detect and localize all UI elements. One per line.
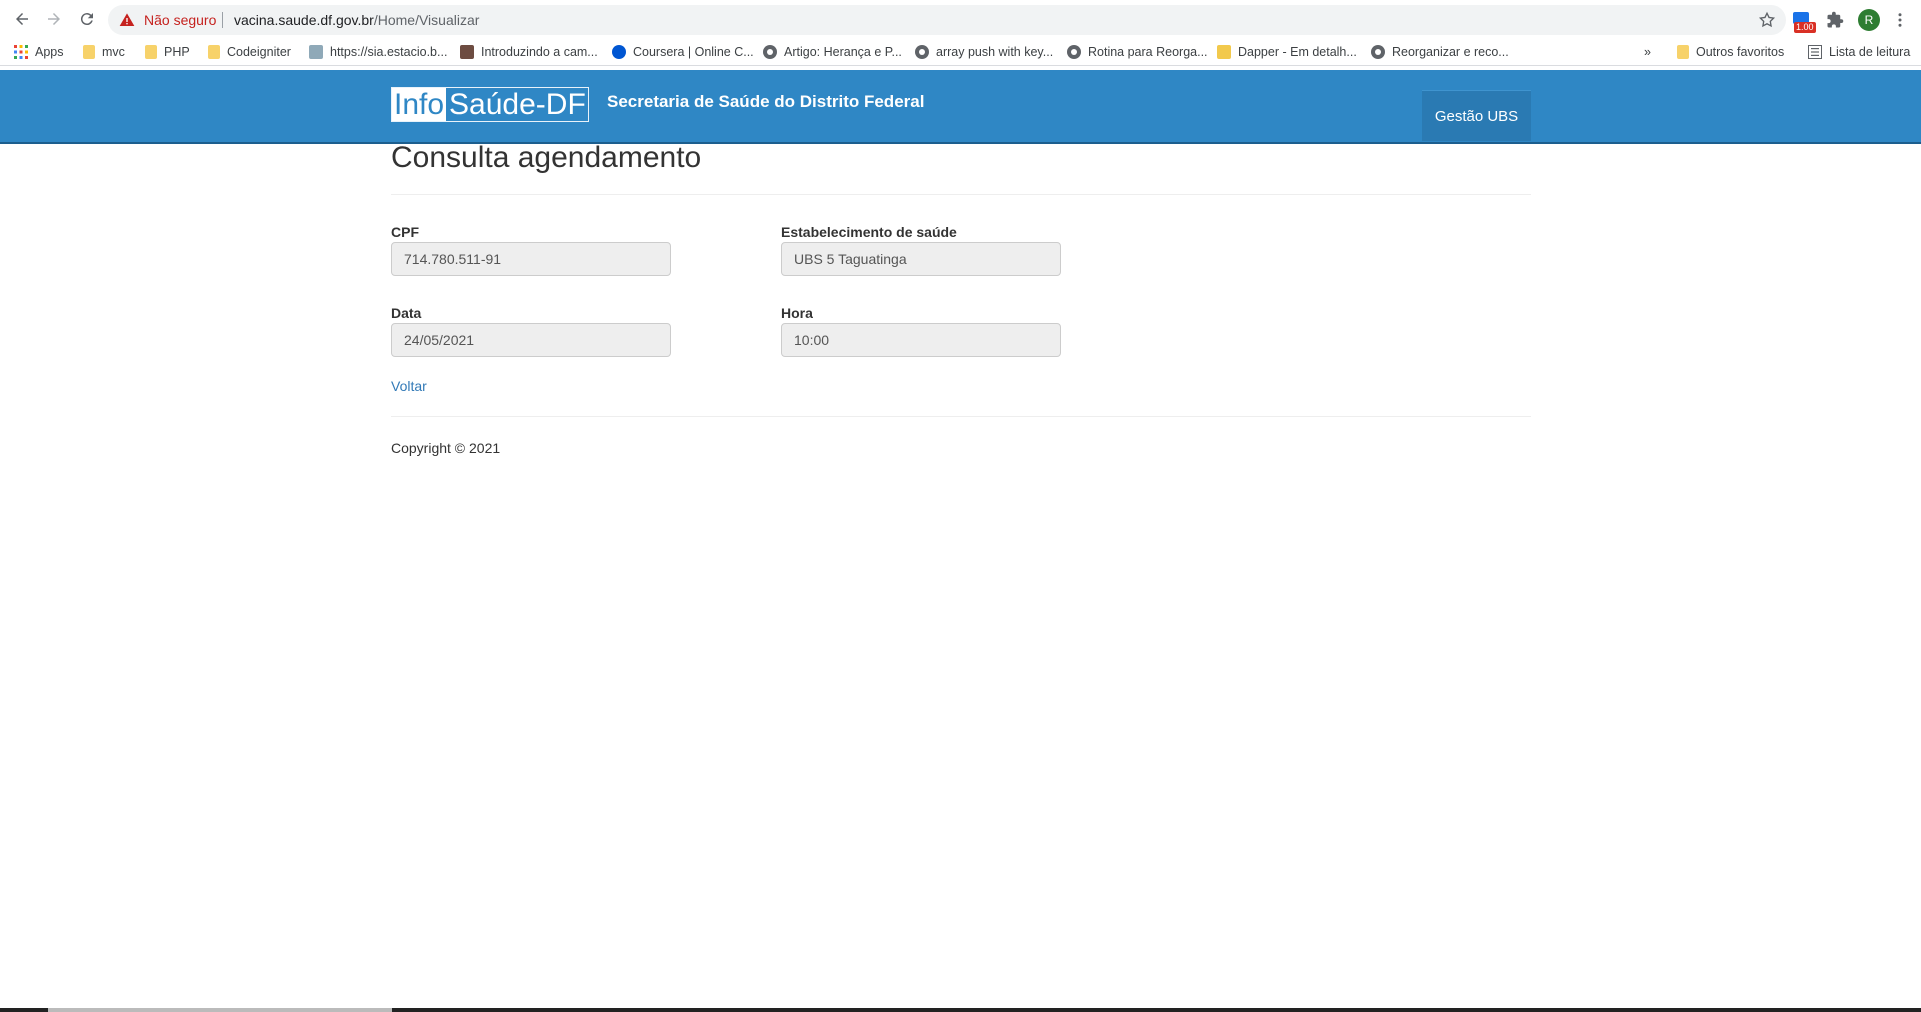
bookmark-label: Codeigniter xyxy=(227,45,291,59)
arrow-right-icon xyxy=(48,13,60,25)
bookmark-label: Artigo: Herança e P... xyxy=(784,45,902,59)
site-navbar: Info Saúde-DF Secretaria de Saúde do Dis… xyxy=(0,70,1921,144)
bookmark-codeigniter[interactable]: Codeigniter xyxy=(208,43,291,61)
bookmark-apps[interactable]: Apps xyxy=(14,43,64,61)
bookmark-introduzindo[interactable]: Introduzindo a cam... xyxy=(460,43,598,61)
bookmark-label: Introduzindo a cam... xyxy=(481,45,598,59)
bookmark-label: Dapper - Em detalh... xyxy=(1238,45,1357,59)
folder-icon xyxy=(208,45,220,59)
bookmark-label: array push with key... xyxy=(936,45,1054,59)
globe-icon xyxy=(763,45,777,59)
extensions-button[interactable] xyxy=(1823,8,1847,32)
puzzle-icon xyxy=(1827,11,1844,28)
bookmark-label: https://sia.estacio.b... xyxy=(330,45,448,59)
divider xyxy=(391,194,1531,195)
address-separator xyxy=(222,12,223,28)
reload-button[interactable] xyxy=(76,8,98,30)
bookmark-label: PHP xyxy=(164,45,190,59)
bookmark-rotina[interactable]: Rotina para Reorga... xyxy=(1067,43,1208,61)
folder-icon xyxy=(83,45,95,59)
bookmark-estacio[interactable]: https://sia.estacio.b... xyxy=(309,43,447,61)
site-icon xyxy=(309,45,323,59)
site-icon xyxy=(1217,45,1231,59)
estabelecimento-label: Estabelecimento de saúde xyxy=(781,224,957,240)
voltar-link[interactable]: Voltar xyxy=(391,378,427,394)
bookmarks-bar: Apps mvc PHP Codeigniter https://sia.est… xyxy=(0,38,1921,66)
bookmarks-overflow-button[interactable]: » xyxy=(1644,43,1651,61)
bookmark-artigo[interactable]: Artigo: Herança e P... xyxy=(763,43,902,61)
extension-badge-button[interactable]: 1.00 xyxy=(1790,9,1816,33)
security-label[interactable]: Não seguro xyxy=(144,12,216,28)
copyright-text: Copyright © 2021 xyxy=(391,440,501,456)
nav-gestao-ubs[interactable]: Gestão UBS xyxy=(1422,90,1531,141)
apps-grid-icon xyxy=(14,45,28,59)
url-path: /Home/Visualizar xyxy=(373,12,480,28)
page-title: Consulta agendamento xyxy=(391,141,702,174)
logo-saude-text: Saúde-DF xyxy=(446,88,588,121)
data-label: Data xyxy=(391,305,422,321)
bookmark-label: Apps xyxy=(35,45,64,59)
reading-list-label: Lista de leitura xyxy=(1829,45,1911,59)
arrow-left-icon xyxy=(16,13,28,25)
bookmark-mvc[interactable]: mvc xyxy=(83,43,125,61)
coursera-icon xyxy=(612,45,626,59)
cpf-label: CPF xyxy=(391,224,419,240)
bookmark-dapper[interactable]: Dapper - Em detalh... xyxy=(1217,43,1357,61)
window-bottom-edge xyxy=(0,1008,1921,1012)
browser-menu-button[interactable] xyxy=(1888,8,1912,32)
extension-badge: 1.00 xyxy=(1794,22,1816,33)
folder-icon xyxy=(1677,45,1689,59)
bookmark-label: Rotina para Reorga... xyxy=(1088,45,1208,59)
profile-avatar[interactable]: R xyxy=(1858,9,1880,31)
bookmark-php[interactable]: PHP xyxy=(145,43,190,61)
warning-icon xyxy=(119,13,135,26)
overflow-chevron-icon: » xyxy=(1644,45,1651,59)
reading-list-icon xyxy=(1808,45,1822,59)
bookmark-array-push[interactable]: array push with key... xyxy=(915,43,1053,61)
bookmark-coursera[interactable]: Coursera | Online C... xyxy=(612,43,754,61)
hora-field[interactable] xyxy=(781,323,1061,357)
reload-icon xyxy=(80,13,93,26)
back-button[interactable] xyxy=(11,8,33,30)
navbar-title: Secretaria de Saúde do Distrito Federal xyxy=(607,92,925,111)
logo-info-text: Info xyxy=(392,88,447,121)
bookmark-label: mvc xyxy=(102,45,125,59)
star-icon[interactable] xyxy=(1758,11,1776,29)
folder-icon xyxy=(145,45,157,59)
bookmark-label: Outros favoritos xyxy=(1696,45,1785,59)
data-field[interactable] xyxy=(391,323,671,357)
site-logo[interactable]: Info Saúde-DF xyxy=(391,87,589,122)
address-bar[interactable]: Não seguro vacina.saude.df.gov.br/Home/V… xyxy=(108,5,1786,35)
footer-divider xyxy=(391,416,1531,417)
url-host: vacina.saude.df.gov.br xyxy=(234,12,374,28)
globe-icon xyxy=(1067,45,1081,59)
reading-list-button[interactable]: Lista de leitura xyxy=(1808,43,1910,61)
estabelecimento-field[interactable] xyxy=(781,242,1061,276)
forward-button[interactable] xyxy=(43,8,65,30)
url-text[interactable]: vacina.saude.df.gov.br/Home/Visualizar xyxy=(234,12,479,28)
browser-toolbar: Não seguro vacina.saude.df.gov.br/Home/V… xyxy=(0,0,1921,35)
cpf-field[interactable] xyxy=(391,242,671,276)
kebab-menu-icon xyxy=(1898,13,1902,27)
globe-icon xyxy=(1371,45,1385,59)
window-bottom-segment xyxy=(48,1008,392,1012)
bookmark-label: Coursera | Online C... xyxy=(633,45,754,59)
site-icon xyxy=(460,45,474,59)
bookmark-label: Reorganizar e reco... xyxy=(1392,45,1509,59)
globe-icon xyxy=(915,45,929,59)
hora-label: Hora xyxy=(781,305,813,321)
bookmark-other-favorites[interactable]: Outros favoritos xyxy=(1677,43,1784,61)
bookmark-reorganizar[interactable]: Reorganizar e reco... xyxy=(1371,43,1509,61)
